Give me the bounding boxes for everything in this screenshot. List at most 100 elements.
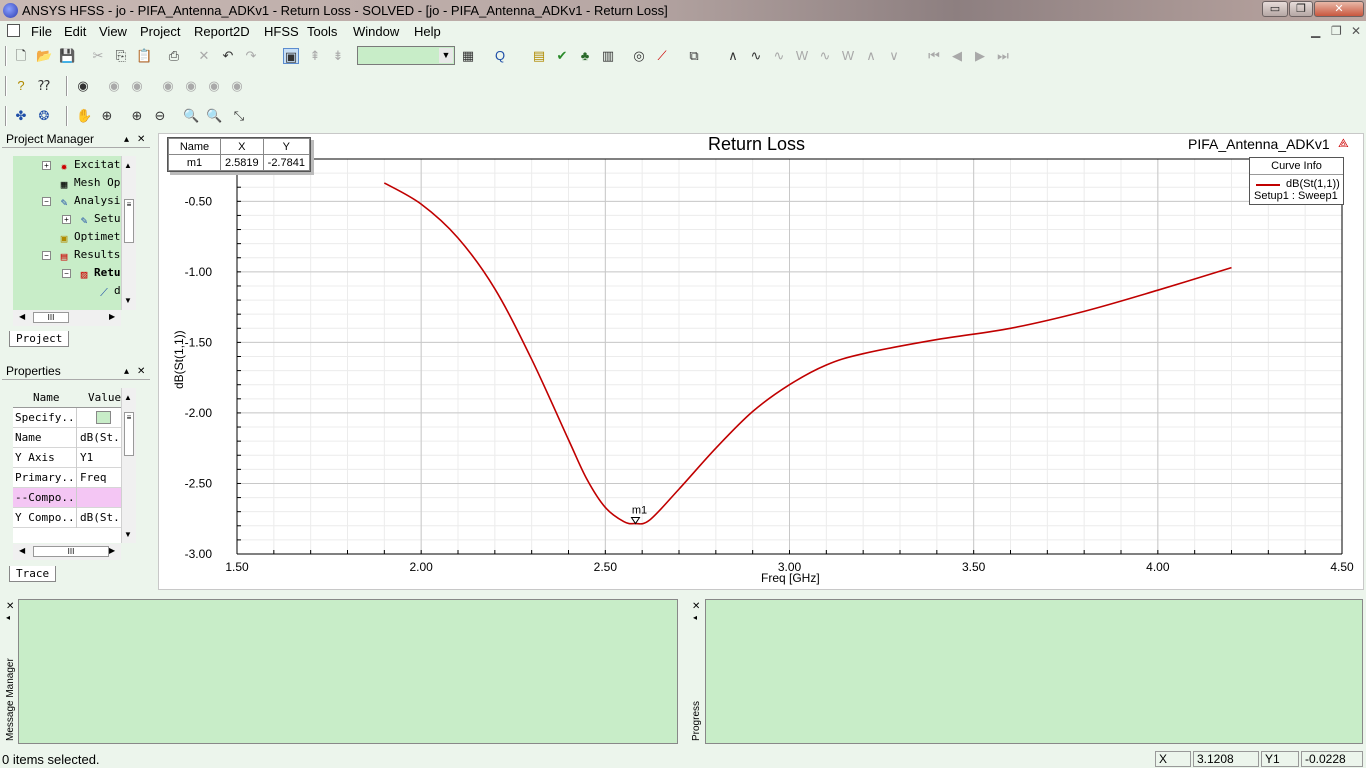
q-icon[interactable]: Q — [492, 48, 508, 64]
curve-info-legend[interactable]: Curve Info dB(St(1,1)) Setup1 : Sweep1 — [1249, 157, 1344, 205]
scroll-right-icon[interactable]: ▶ — [109, 312, 115, 321]
panel-close-icon[interactable]: ✕ — [692, 601, 700, 612]
menu-file[interactable]: File — [31, 24, 52, 39]
view-selected-icon[interactable]: ◉ — [183, 78, 199, 94]
view-all-icon[interactable]: ◉ — [160, 78, 176, 94]
color-swatch[interactable] — [96, 411, 111, 424]
paste-icon[interactable]: 📋 — [136, 48, 152, 64]
tree-item-mesh[interactable]: ▦ Mesh Op — [56, 174, 121, 192]
fields-icon[interactable]: ❂ — [36, 108, 52, 124]
menu-hfss[interactable]: HFSS — [264, 24, 299, 39]
open-folder-icon[interactable]: 📂 — [36, 48, 52, 64]
tree-item-results[interactable]: ▤ Results — [56, 246, 121, 264]
menu-edit[interactable]: Edit — [64, 24, 86, 39]
tree-item-setup[interactable]: ✎ Setu — [76, 210, 121, 228]
scroll-up-icon[interactable]: ▲ — [124, 393, 132, 402]
expander-icon[interactable]: − — [42, 197, 51, 206]
marker-table[interactable]: Name X Y m1 2.5819 -2.7841 — [167, 137, 311, 172]
zoom-icon[interactable]: 🔍 — [183, 108, 199, 124]
menu-tools[interactable]: Tools — [307, 24, 337, 39]
next-icon[interactable]: ▶ — [972, 48, 988, 64]
panel-close-icon[interactable]: ✕ — [137, 132, 145, 147]
tree-vertical-scrollbar[interactable]: ▲ ≡ ▼ — [121, 156, 136, 310]
menu-view[interactable]: View — [99, 24, 127, 39]
mdi-close-button[interactable]: ✕ — [1351, 24, 1361, 38]
marker-max-icon[interactable]: ∿ — [748, 48, 764, 64]
panel-pin-icon[interactable]: ▴ — [124, 364, 129, 379]
property-row[interactable]: Primary... Freq — [13, 468, 121, 488]
chevron-down-icon[interactable]: ▼ — [439, 48, 453, 63]
property-row[interactable]: Y Axis Y1 — [13, 448, 121, 468]
window-icon[interactable]: ⧉ — [686, 48, 702, 64]
progress-label[interactable]: Progress — [691, 701, 702, 741]
scroll-right-icon[interactable]: ▶ — [109, 546, 115, 555]
selection-combo[interactable]: ▼ — [357, 46, 455, 65]
property-value[interactable]: dB(St... — [78, 428, 121, 448]
message-manager-label[interactable]: Message Manager — [5, 658, 16, 741]
marker-down-icon[interactable]: ∨ — [886, 48, 902, 64]
scroll-down-icon[interactable]: ▼ — [124, 296, 132, 305]
expander-icon[interactable]: − — [42, 251, 51, 260]
scroll-down-icon[interactable]: ▼ — [124, 530, 132, 539]
field-icon[interactable]: ◎ — [631, 48, 647, 64]
tree-horizontal-scrollbar[interactable]: ◀ III ▶ — [13, 310, 121, 326]
minimize-button[interactable]: ▭ — [1262, 1, 1288, 17]
marker-peak-icon[interactable]: W — [840, 48, 856, 64]
property-row[interactable]: Specify... — [13, 408, 121, 428]
column-value[interactable]: Value — [88, 391, 121, 404]
document-icon[interactable] — [7, 24, 20, 37]
property-value[interactable]: dB(St... — [78, 508, 121, 528]
column-name[interactable]: Name — [33, 391, 60, 404]
marker-next-icon[interactable]: W — [794, 48, 810, 64]
property-row[interactable]: NamedB(St... — [13, 428, 121, 448]
property-row[interactable]: Y Compo...dB(St... — [13, 508, 121, 528]
menu-help[interactable]: Help — [414, 24, 441, 39]
property-row-section[interactable]: --Compo... — [13, 488, 121, 508]
tree-item-analysis[interactable]: ✎ Analysi — [56, 192, 121, 210]
new-file-icon[interactable]: 🗋 — [13, 48, 29, 64]
properties-horizontal-scrollbar[interactable]: ◀ III ▶ — [13, 544, 121, 560]
copy-icon[interactable]: ⎘ — [113, 48, 129, 64]
tab-project[interactable]: Project — [9, 331, 70, 347]
panel-collapse-icon[interactable]: ◂ — [693, 613, 697, 622]
menu-project[interactable]: Project — [140, 24, 180, 39]
plot-icon[interactable]: ⟋ — [654, 48, 670, 64]
mdi-restore-button[interactable]: ❐ — [1331, 24, 1342, 38]
previous-icon[interactable]: ◀ — [949, 48, 965, 64]
report-icon[interactable]: ▤ — [531, 48, 547, 64]
zoom-out-icon[interactable]: ⊖ — [152, 108, 168, 124]
panel-collapse-icon[interactable]: ◂ — [6, 613, 10, 622]
grid-icon[interactable]: ▦ — [460, 48, 476, 64]
property-value[interactable] — [78, 408, 121, 428]
show-icon[interactable]: ◉ — [106, 78, 122, 94]
scroll-left-icon[interactable]: ◀ — [19, 312, 25, 321]
results-icon[interactable]: ▥ — [600, 48, 616, 64]
menu-report2d[interactable]: Report2D — [194, 24, 250, 39]
pan-hand-icon[interactable]: ✋ — [76, 108, 92, 124]
property-value[interactable]: Y1 — [78, 448, 121, 468]
scroll-up-icon[interactable]: ▲ — [124, 161, 132, 170]
move-up-icon[interactable]: ⇞ — [307, 48, 323, 64]
marker-up-icon[interactable]: ∧ — [863, 48, 879, 64]
expander-icon[interactable]: + — [42, 161, 51, 170]
properties-vertical-scrollbar[interactable]: ▲ ≡ ▼ — [121, 388, 136, 543]
move-down-icon[interactable]: ⇟ — [330, 48, 346, 64]
toolbar-grip[interactable] — [5, 106, 7, 126]
toolbar-grip[interactable] — [5, 46, 7, 66]
view-active-icon[interactable]: ◉ — [206, 78, 222, 94]
tab-trace[interactable]: Trace — [9, 566, 57, 582]
zoom-in-icon[interactable]: ⊕ — [129, 108, 145, 124]
marker-icon[interactable]: ∧ — [725, 48, 741, 64]
analyze-icon[interactable]: ♣ — [577, 48, 593, 64]
marker-prev-icon[interactable]: ∿ — [817, 48, 833, 64]
panel-close-icon[interactable]: ✕ — [6, 601, 14, 612]
tree-item-optimetrics[interactable]: ▣ Optimet — [56, 228, 121, 246]
expander-icon[interactable]: − — [62, 269, 71, 278]
close-button[interactable]: ✕ — [1314, 1, 1364, 17]
maximize-button[interactable]: ❐ — [1289, 1, 1313, 17]
menu-window[interactable]: Window — [353, 24, 399, 39]
panel-close-icon[interactable]: ✕ — [137, 364, 145, 379]
cut-icon[interactable]: ✂ — [90, 48, 106, 64]
hide-icon[interactable]: ◉ — [129, 78, 145, 94]
help-topics-icon[interactable]: ? — [13, 78, 29, 94]
